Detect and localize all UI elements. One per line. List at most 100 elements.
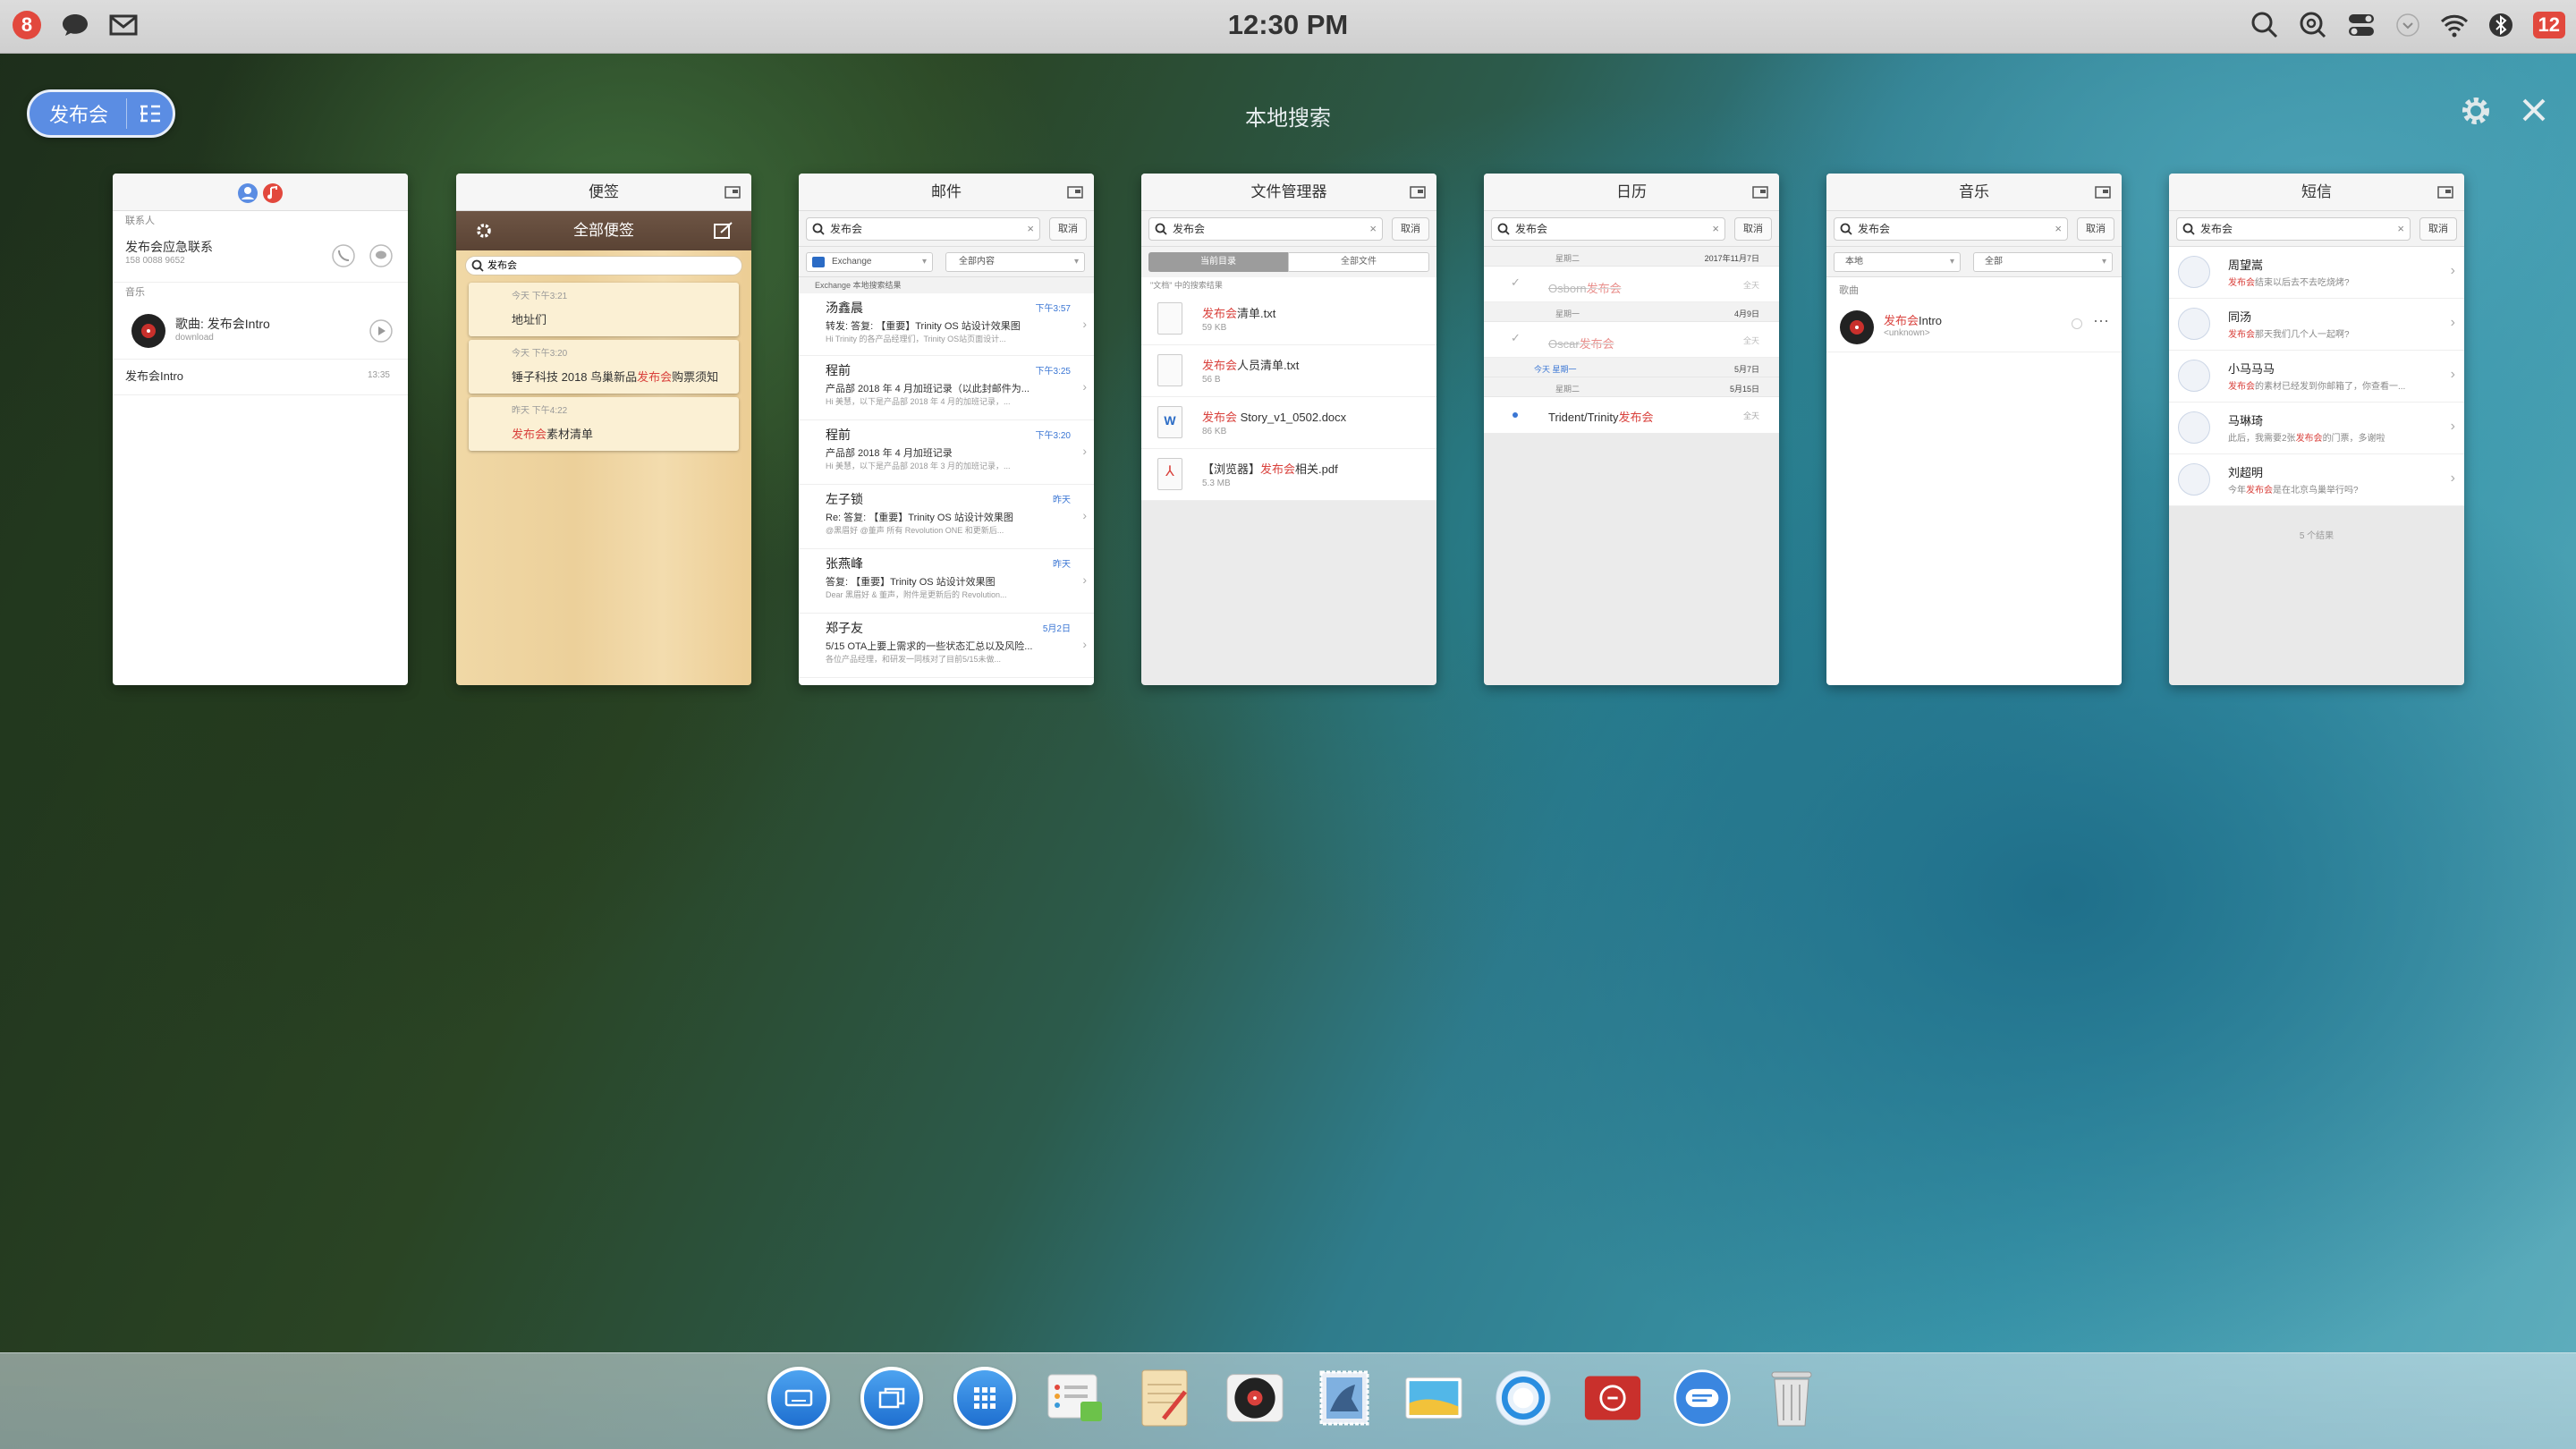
mail-row[interactable]: 左子锁 昨天 Re: 答复: 【重要】Trinity OS 站设计效果图 @黑眉好 @… <box>799 485 1094 549</box>
contacts-icon <box>237 182 258 203</box>
note-item[interactable]: 昨天 下午4:22 发布会素材清单 <box>469 397 739 451</box>
search-input[interactable]: 发布会 × <box>2176 217 2411 241</box>
type-select[interactable]: 全部 ▾ <box>1973 252 2113 272</box>
dock-browser-icon[interactable] <box>1494 1366 1553 1430</box>
song-row[interactable]: 发布会Intro <unknown> ··· <box>1826 302 2122 352</box>
result-card-contacts[interactable]: 联系人 发布会应急联系 158 0088 9652 音乐 歌曲: 发布会Intr… <box>113 174 408 685</box>
window-icon[interactable] <box>2095 186 2111 199</box>
dock-music-icon[interactable] <box>1225 1366 1284 1430</box>
play-icon[interactable] <box>369 318 394 343</box>
result-card-sms[interactable]: 短信 发布会 × 取消 周望嵩 发布会结束以后去不去吃烧烤? › 同汤 发布会那天我们几… <box>2169 174 2464 685</box>
notes-search-input[interactable]: 发布会 <box>465 256 742 275</box>
dock-notes-icon[interactable] <box>1136 1366 1195 1430</box>
file-row[interactable]: 发布会人员清单.txt 56 B <box>1141 345 1436 397</box>
close-icon[interactable] <box>2521 97 2547 123</box>
cancel-button[interactable]: 取消 <box>1392 217 1429 241</box>
result-card-files[interactable]: 文件管理器 发布会 × 取消 当前目录 全部文件 "文档" 中的搜索结果 发布会清… <box>1141 174 1436 685</box>
mail-preview: Hi 美慧，以下是产品部 2018 年 4 月的加班记录，... <box>826 397 1011 406</box>
phone-icon[interactable] <box>331 243 356 268</box>
clear-icon[interactable]: × <box>1712 218 1719 240</box>
more-icon[interactable]: ··· <box>2093 311 2109 330</box>
mail-row[interactable]: 程前 下午3:25 产品部 2018 年 4 月加班记录（以此封邮件为... Hi 美… <box>799 356 1094 420</box>
dock-keyboard-icon[interactable] <box>767 1367 830 1429</box>
wifi-icon[interactable] <box>2440 13 2469 38</box>
mail-row[interactable]: 郑子友 5月2日 5/15 OTA上要上需求的一些状态汇总以及风险... 各位产品经理… <box>799 614 1094 678</box>
cancel-button[interactable]: 取消 <box>2419 217 2457 241</box>
dock-app-grid-icon[interactable] <box>953 1367 1016 1429</box>
clear-icon[interactable]: × <box>2397 218 2404 240</box>
gear-icon[interactable] <box>2460 95 2492 127</box>
result-card-mail[interactable]: 邮件 发布会 × 取消 Exchange ▾ 全部内容 ▾ Exchange 本地搜索… <box>799 174 1094 685</box>
content-filter-select[interactable]: 全部内容 ▾ <box>945 252 1085 272</box>
search-input[interactable]: 发布会 × <box>1491 217 1725 241</box>
at-search-icon[interactable] <box>2299 11 2327 39</box>
mail-subject: 答复: 【重要】Trinity OS 站设计效果图 <box>826 577 996 588</box>
search-bar: 发布会 × 取消 <box>2169 211 2464 247</box>
clear-icon[interactable]: × <box>1369 218 1377 240</box>
file-row[interactable]: W 发布会 Story_v1_0502.docx 86 KB <box>1141 397 1436 449</box>
window-icon[interactable] <box>1067 186 1083 199</box>
result-card-notes[interactable]: 便签 全部便签 发布会 今天 下午3:21 地址们 今天 下午3:20 锤子科技… <box>456 174 751 685</box>
dock-photos-icon[interactable] <box>1404 1366 1463 1430</box>
chevron-down-icon[interactable] <box>2395 13 2420 38</box>
window-icon[interactable] <box>724 186 741 199</box>
dock-messages-icon[interactable] <box>1673 1366 1732 1430</box>
compose-icon[interactable] <box>714 222 733 240</box>
dock-windows-icon[interactable] <box>860 1367 923 1429</box>
file-name: 【浏览器】 <box>1202 462 1261 476</box>
cancel-button[interactable]: 取消 <box>2077 217 2114 241</box>
account-select[interactable]: Exchange ▾ <box>806 252 933 272</box>
cancel-button[interactable]: 取消 <box>1734 217 1772 241</box>
mail-time: 下午3:57 <box>1035 304 1071 314</box>
tab-all-files[interactable]: 全部文件 <box>1288 252 1429 272</box>
day-label: 今天 星期一 <box>1534 365 1577 374</box>
window-icon[interactable] <box>1410 186 1426 199</box>
file-row[interactable]: 发布会清单.txt 59 KB <box>1141 293 1436 345</box>
sms-row[interactable]: 马琳琦 此后，我需要2张发布会的门票，多谢啦 › <box>2169 402 2464 454</box>
result-card-music[interactable]: 音乐 发布会 × 取消 本地 ▾ 全部 ▾ 歌曲 发布会Intro <unknown>… <box>1826 174 2122 685</box>
file-row[interactable]: ⅄ 【浏览器】发布会相关.pdf 5.3 MB <box>1141 449 1436 501</box>
date-header: 今天 星期一 5月7日 <box>1484 358 1779 377</box>
clear-icon[interactable]: × <box>1027 218 1034 240</box>
search-input[interactable]: 发布会 × <box>806 217 1040 241</box>
music-item-row[interactable]: 发布会Intro 13:35 <box>113 360 408 395</box>
dock-file-manager-icon[interactable] <box>1046 1366 1106 1430</box>
clear-icon[interactable]: × <box>2055 218 2062 240</box>
event-row[interactable]: Trident/Trinity发布会 全天 <box>1484 397 1779 433</box>
search-icon[interactable] <box>2250 11 2279 39</box>
message-icon[interactable] <box>369 243 394 268</box>
contact-row[interactable]: 发布会应急联系 158 0088 9652 <box>113 231 408 283</box>
dock-red-app-icon[interactable] <box>1583 1366 1642 1430</box>
window-icon[interactable] <box>1752 186 1768 199</box>
card-title: 文件管理器 <box>1250 183 1327 200</box>
song-row[interactable]: 歌曲: 发布会Intro download <box>113 302 408 360</box>
mail-row[interactable]: 程前 下午3:20 产品部 2018 年 4 月加班记录 Hi 美慧，以下是产品部 2… <box>799 420 1094 485</box>
toggle-icon[interactable] <box>2347 12 2376 38</box>
tab-current-dir[interactable]: 当前目录 <box>1148 252 1288 272</box>
note-item[interactable]: 今天 下午3:20 锤子科技 2018 鸟巢新品发布会购票须知 <box>469 340 739 394</box>
sms-row[interactable]: 小马马马 发布会的素材已经发到你邮箱了，你查看一... › <box>2169 351 2464 402</box>
event-row[interactable]: ✓ Oscar发布会 全天 <box>1484 322 1779 358</box>
note-item[interactable]: 今天 下午3:21 地址们 <box>469 283 739 336</box>
sms-row[interactable]: 周望嵩 发布会结束以后去不去吃烧烤? › <box>2169 247 2464 299</box>
cancel-button[interactable]: 取消 <box>1049 217 1087 241</box>
mail-subject: 产品部 2018 年 4 月加班记录（以此封邮件为... <box>826 384 1030 394</box>
mail-row[interactable]: 汤鑫晨 下午3:57 转发: 答复: 【重要】Trinity OS 站设计效果图 Hi… <box>799 293 1094 356</box>
source-select[interactable]: 本地 ▾ <box>1834 252 1961 272</box>
bluetooth-icon[interactable] <box>2488 12 2513 38</box>
event-row[interactable]: ✓ Osborn发布会 全天 <box>1484 267 1779 302</box>
mail-row[interactable]: 张燕峰 昨天 答复: 【重要】Trinity OS 站设计效果图 Dear 黑眉好 &… <box>799 549 1094 614</box>
mail-time: 昨天 <box>1053 496 1071 505</box>
search-input[interactable]: 发布会 × <box>1148 217 1383 241</box>
file-name: 人员清单.txt <box>1237 359 1300 372</box>
gear-icon[interactable] <box>476 223 492 239</box>
sms-row[interactable]: 同汤 发布会那天我们几个人一起啊? › <box>2169 299 2464 351</box>
dock-trash-icon[interactable] <box>1762 1366 1821 1430</box>
sms-row[interactable]: 刘超明 今年发布会是在北京鸟巢举行吗? › <box>2169 454 2464 506</box>
search-input[interactable]: 发布会 × <box>1834 217 2068 241</box>
sms-message: 是在北京鸟巢举行吗? <box>2273 486 2359 496</box>
result-card-calendar[interactable]: 日历 发布会 × 取消 星期二 2017年11月7日 ✓ Osborn发布会 全天 星期… <box>1484 174 1779 685</box>
text-file-icon <box>1157 354 1182 386</box>
dock-mail-stamp-icon[interactable] <box>1315 1366 1374 1430</box>
window-icon[interactable] <box>2437 186 2453 199</box>
